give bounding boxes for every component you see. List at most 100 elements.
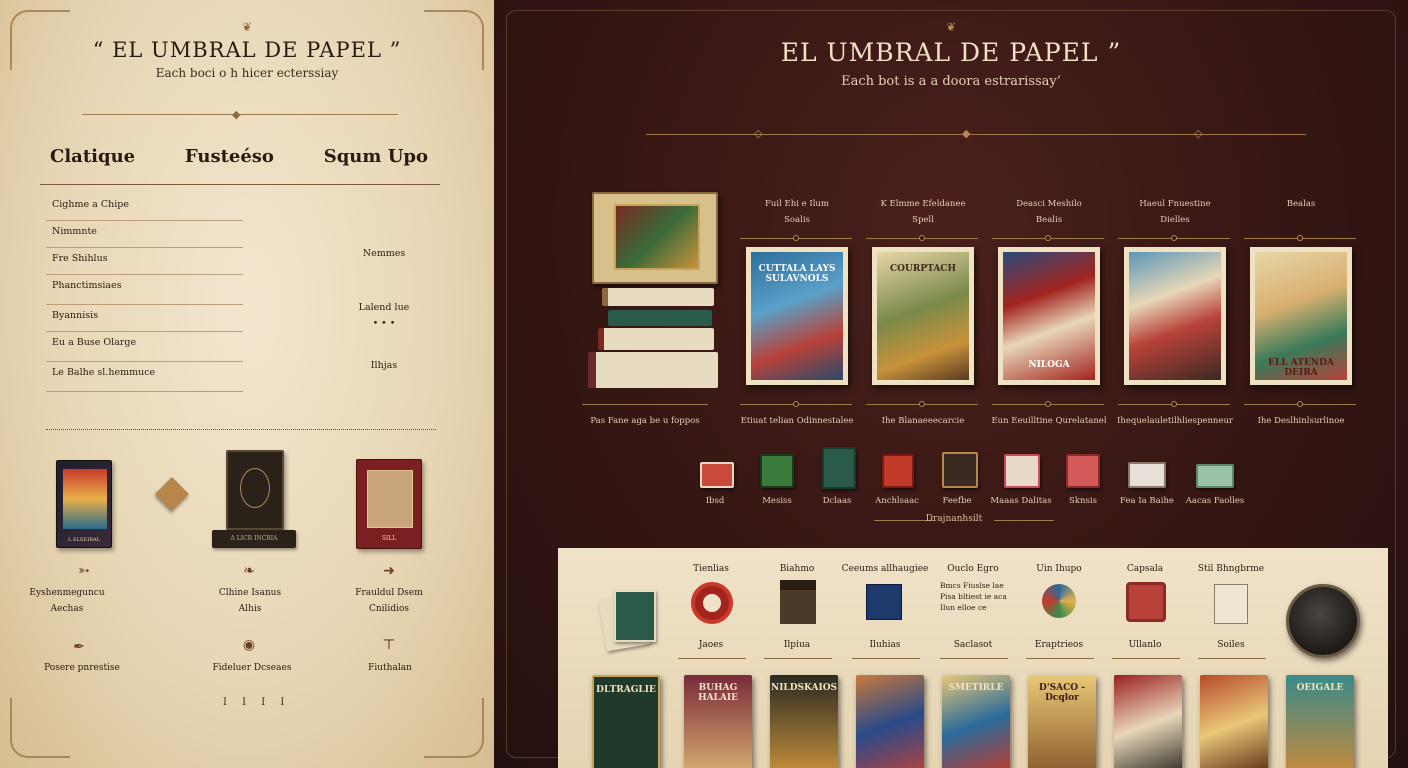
book-cover[interactable]: CUTTALA LAYS SULAVNOLS (746, 247, 848, 385)
shop-caption[interactable]: Frauldul Dsem Cnilidios (329, 585, 449, 617)
side-note[interactable]: Ilhjas (344, 360, 424, 371)
book-cover[interactable]: DLTRAGLIE (592, 675, 660, 768)
stamp-icon[interactable] (1126, 582, 1166, 622)
book-cover[interactable]: ELL ATENDA DEIRA (1250, 247, 1352, 385)
mini-caption[interactable]: Maaas Dalitas (986, 496, 1056, 506)
mini-book[interactable] (700, 462, 734, 488)
side-note[interactable]: Lalend lue (344, 302, 424, 313)
shrine-icon[interactable] (780, 580, 816, 624)
category-caption[interactable]: Ilpiua (752, 640, 842, 650)
book-cover[interactable] (1114, 675, 1182, 768)
mini-book[interactable] (760, 454, 794, 488)
mini-caption[interactable]: Ibsd (680, 496, 750, 506)
divider (852, 658, 920, 659)
corner-ornament (10, 698, 70, 758)
product-caption[interactable]: Etiuat telian Odinnestalee (734, 416, 860, 426)
book-cover[interactable]: SILL (356, 459, 422, 549)
category-caption[interactable]: Jaoes (666, 640, 756, 650)
divider (1244, 401, 1356, 407)
divider (764, 658, 832, 659)
category-caption[interactable]: Saclasot (928, 640, 1018, 650)
bottom-caption[interactable]: Posere pnrestise (22, 660, 142, 676)
category-notes: Bmcs Fiuslse lae Pisa bltiest ie aca Ilu… (940, 581, 1007, 612)
book-title: NILOGA (1028, 360, 1070, 370)
product-heading: Fuil Ehi e Ilum Soalis (765, 199, 829, 225)
mini-book[interactable] (1128, 462, 1166, 488)
mini-book[interactable] (1004, 454, 1040, 488)
pen-icon: ✒ (73, 639, 85, 655)
book-cover[interactable]: OEIGALE (1286, 675, 1354, 768)
book-title: COURPTACH (890, 264, 956, 274)
category-caption[interactable]: Ullanlo (1100, 640, 1190, 650)
medallion-icon[interactable] (1042, 584, 1076, 618)
book-cover[interactable] (226, 450, 284, 530)
book-bundle-icon[interactable] (597, 588, 658, 652)
book-cover[interactable] (1124, 247, 1226, 385)
tab-fusteeso[interactable]: Fusteéso (185, 146, 274, 167)
divider (1244, 235, 1356, 241)
wax-seal-icon[interactable] (1286, 584, 1360, 658)
mini-book[interactable] (882, 454, 914, 488)
mini-book[interactable] (1196, 464, 1234, 488)
product-caption[interactable]: Ihequelauletilhliespenneur (1112, 416, 1238, 426)
product-caption[interactable]: Eun Eeuilltine Qurelatanel (986, 416, 1112, 426)
list-item[interactable]: Nimmnte (46, 221, 243, 248)
tab-clatique[interactable]: Clatique (50, 146, 135, 167)
corner-ornament (424, 698, 484, 758)
list-item[interactable]: Phanctimsiaes (46, 275, 243, 305)
mini-caption[interactable]: Aacas Faolles (1180, 496, 1250, 506)
notebook-icon[interactable] (1214, 584, 1248, 624)
divider (1118, 235, 1230, 241)
book-cover[interactable] (1200, 675, 1268, 768)
mini-caption[interactable]: Feefbe (922, 496, 992, 506)
list-item[interactable]: Byannisis (46, 305, 243, 332)
category-caption[interactable]: Eraptrieos (1014, 640, 1104, 650)
diamond-icon: ◇ (1194, 127, 1203, 140)
quill-icon: ➳ (78, 563, 90, 579)
book-cover[interactable]: NILDSKAIOS (770, 675, 838, 768)
product-caption[interactable]: Ihe Deslhinlsurlinoe (1238, 416, 1364, 426)
book-stack[interactable] (586, 192, 726, 392)
list-item[interactable]: Cighme a Chipe (46, 194, 243, 221)
divider (992, 235, 1104, 241)
list-item[interactable]: Fre Shihlus (46, 248, 243, 275)
compass-icon: ◉ (242, 637, 256, 653)
book-cover[interactable]: COURPTACH (872, 247, 974, 385)
divider (1198, 658, 1266, 659)
category-heading: Stil Bhngbrme (1197, 564, 1265, 574)
divider (740, 235, 852, 241)
mini-book[interactable] (1066, 454, 1100, 488)
seal-icon[interactable] (691, 582, 733, 624)
tab-squm-upo[interactable]: Squm Upo (324, 146, 428, 167)
bottom-caption[interactable]: Fiuthalan (330, 660, 450, 676)
book-cover[interactable] (856, 675, 924, 768)
book-cover[interactable]: D'SACO - Dcqlor (1028, 675, 1096, 768)
product-caption[interactable]: Ihe Blanaeeecarcie (860, 416, 986, 426)
category-heading: Biahmo (779, 564, 815, 574)
side-note[interactable]: Nemmes (344, 248, 424, 259)
pagination[interactable]: I I I I (223, 697, 290, 708)
section-divider-label: Drajnanhsilt (925, 514, 983, 524)
mini-caption[interactable]: Fea Ia Baihe (1112, 496, 1182, 506)
shop-caption[interactable]: Clhine Isanus Alhis (190, 585, 310, 617)
divider (866, 401, 978, 407)
bottom-caption[interactable]: Fideluer Dcseaes (192, 660, 312, 676)
mini-book[interactable] (942, 452, 978, 488)
book-cover[interactable]: NILOGA (998, 247, 1100, 385)
stack-caption[interactable]: Pas Fane aga be u foppos (582, 416, 708, 426)
mini-book[interactable] (822, 447, 856, 489)
list-item[interactable]: Le Balhe sl.hemmuce (46, 362, 243, 392)
list-item[interactable]: Eu a Buse Olarge (46, 332, 243, 362)
divider (866, 235, 978, 241)
bookmark-icon[interactable] (155, 477, 189, 511)
category-caption[interactable]: Iluhias (840, 640, 930, 650)
mini-caption[interactable]: Sknsis (1048, 496, 1118, 506)
arrow-icon: ➜ (383, 563, 395, 579)
shop-caption[interactable]: Eyshenmeguncu Aechas (7, 585, 127, 617)
book-icon[interactable] (866, 584, 902, 620)
book-cover[interactable]: L ELEEIRAL (56, 460, 112, 548)
fleur-icon: ❧ (243, 563, 255, 579)
book-cover[interactable]: SMETIRLE (942, 675, 1010, 768)
category-caption[interactable]: Soiles (1186, 640, 1276, 650)
book-cover[interactable]: BUHAG HALAIE (684, 675, 752, 768)
